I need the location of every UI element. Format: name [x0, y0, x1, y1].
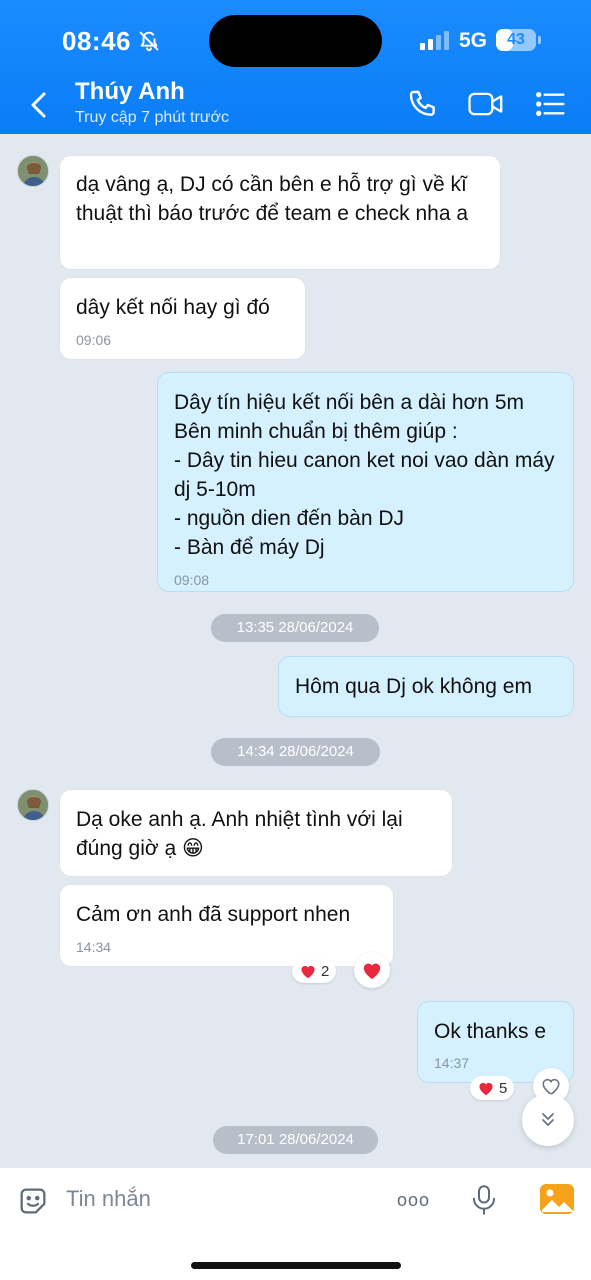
message-text: Hôm qua Dj ok không em — [295, 675, 532, 698]
image-gallery-icon — [540, 1184, 574, 1214]
contact-avatar[interactable] — [17, 155, 49, 187]
voice-button[interactable] — [469, 1182, 499, 1223]
message-bubble-incoming[interactable]: dây kết nối hay gì đó 09:06 — [59, 277, 306, 360]
contact-avatar[interactable] — [17, 789, 49, 821]
contact-status: Truy cập 7 phút trước — [75, 109, 229, 126]
message-text: Cảm ơn anh đã support nhen — [76, 903, 351, 926]
message-line: - Dây tin hieu canon ket noi vao dàn máy… — [174, 449, 555, 501]
message-bubble-outgoing[interactable]: Dây tín hiệu kết nối bên a dài hơn 5m Bê… — [157, 372, 574, 592]
reaction-count-value: 2 — [321, 962, 330, 980]
more-options-button[interactable]: ooo — [397, 1190, 430, 1211]
message-line: - nguồn dien đến bàn DJ — [174, 507, 405, 530]
message-time: 14:37 — [434, 1055, 470, 1071]
chat-header: 08:46 5G 43 Thúy Anh Truy cập 7 phút trư… — [0, 0, 591, 134]
message-line: Bên minh chuẩn bị thêm giúp : — [174, 420, 458, 443]
message-line: - Bàn để máy Dj — [174, 536, 325, 559]
message-text: dây kết nối hay gì đó — [76, 296, 270, 319]
heart-icon — [363, 963, 381, 980]
message-text: Ok thanks e — [434, 1020, 547, 1043]
network-type: 5G — [459, 29, 488, 52]
message-time: 14:34 — [76, 939, 112, 955]
dynamic-island — [209, 15, 382, 67]
video-call-button[interactable] — [467, 88, 505, 125]
message-bubble-outgoing[interactable]: Hôm qua Dj ok không em — [278, 656, 574, 717]
grinning-emoji: 😁 — [182, 837, 204, 860]
signal-icon — [420, 30, 449, 50]
double-chevron-down-icon — [542, 1113, 554, 1126]
date-separator: 17:01 28/06/2024 — [213, 1126, 378, 1154]
sticker-button[interactable] — [16, 1184, 50, 1223]
message-bubble-incoming[interactable]: Dạ oke anh ạ. Anh nhiệt tình với lại đún… — [59, 789, 453, 877]
message-line: Dây tín hiệu kết nối bên a dài hơn 5m — [174, 391, 524, 414]
battery-tip — [538, 36, 541, 44]
heart-icon — [301, 965, 315, 979]
reaction-count-value: 5 — [499, 1079, 508, 1097]
message-time: 09:08 — [174, 572, 210, 588]
message-bubble-incoming[interactable]: Cảm ơn anh đã support nhen 14:34 — [59, 884, 394, 967]
date-separator: 14:34 28/06/2024 — [211, 738, 380, 766]
heart-outline-icon — [542, 1078, 560, 1096]
react-button[interactable] — [354, 952, 390, 988]
date-separator: 13:35 28/06/2024 — [211, 614, 379, 642]
battery-icon: 43 — [496, 29, 536, 51]
video-call-icon — [468, 92, 503, 116]
menu-list-icon — [536, 92, 565, 116]
sticker-icon — [20, 1188, 46, 1214]
reaction-count[interactable]: 5 — [470, 1076, 515, 1100]
message-text: dạ vâng ạ, DJ có cần bên e hỗ trợ gì về … — [76, 173, 469, 225]
message-time: 09:06 — [76, 332, 112, 348]
heart-icon — [479, 1082, 493, 1096]
phone-icon — [409, 90, 435, 116]
reaction-count[interactable]: 2 — [292, 959, 337, 983]
scroll-to-bottom-button[interactable] — [522, 1094, 574, 1146]
message-input[interactable]: Tin nhắn — [66, 1186, 151, 1212]
home-indicator — [191, 1262, 401, 1269]
status-time: 08:46 — [62, 26, 131, 56]
microphone-icon — [473, 1185, 495, 1215]
bell-off-icon — [138, 30, 160, 57]
back-button[interactable] — [26, 88, 56, 124]
battery-level: 43 — [507, 31, 525, 48]
phone-call-button[interactable] — [407, 88, 439, 125]
message-text: Dạ oke anh ạ. Anh nhiệt tình với lại đún… — [76, 808, 403, 860]
contact-name[interactable]: Thúy Anh — [75, 78, 185, 106]
chat-menu-button[interactable] — [534, 88, 566, 125]
back-arrow-icon — [31, 92, 46, 118]
message-bubble-incoming[interactable]: dạ vâng ạ, DJ có cần bên e hỗ trợ gì về … — [59, 155, 501, 270]
gallery-button[interactable] — [539, 1182, 575, 1221]
